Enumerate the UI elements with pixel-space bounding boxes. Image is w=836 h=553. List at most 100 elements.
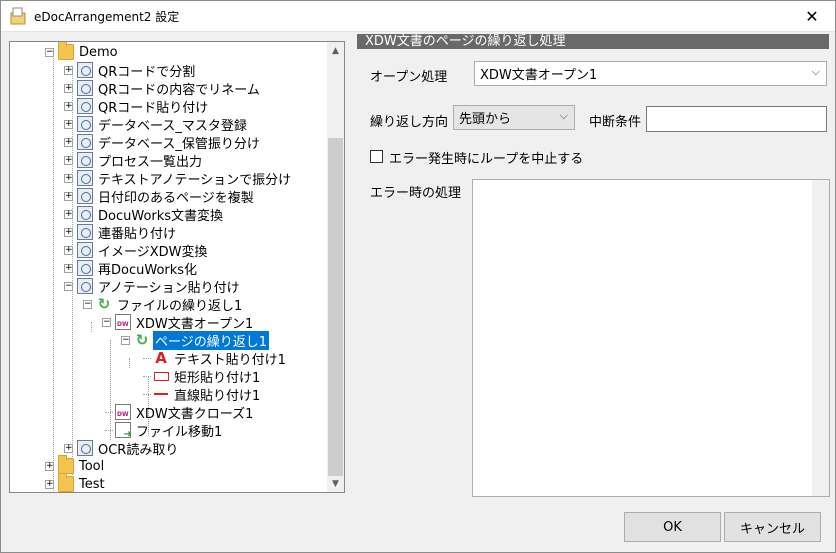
tree-item-label[interactable]: Test [77, 477, 107, 492]
tree-item-label[interactable]: イメージXDW変換 [96, 241, 210, 260]
tree-item[interactable]: アノテーション貼り付け [77, 277, 242, 296]
stop-on-error-label[interactable]: エラー発生時にループを中止する [389, 148, 583, 167]
tree-item[interactable]: ↻ ファイルの繰り返し1 [96, 295, 244, 314]
file-move-icon [115, 422, 132, 440]
expand-icon[interactable]: + [64, 246, 73, 255]
command-icon [77, 170, 93, 186]
tree-item[interactable]: ↻ ページの繰り返し1 [134, 329, 271, 351]
tree-item-label[interactable]: QRコードで分割 [96, 61, 197, 80]
break-condition-input[interactable] [646, 106, 827, 132]
tree-item[interactable]: ファイル移動1 [115, 421, 224, 440]
expand-icon[interactable]: + [64, 66, 73, 75]
tree-item-label[interactable]: QRコード貼り付け [96, 97, 210, 116]
line-annotation-icon [153, 386, 169, 402]
collapse-icon[interactable]: − [102, 318, 111, 327]
tree-item[interactable]: Demo [58, 42, 120, 61]
tree-item[interactable]: 再DocuWorks化 [77, 259, 199, 278]
tree-connector [143, 376, 151, 377]
loop-icon: ↻ [97, 295, 111, 313]
direction-dropdown[interactable]: 先頭から ⌵ [453, 105, 575, 130]
tree-item[interactable]: テキストアノテーションで振分け [77, 169, 293, 188]
tree-item-label[interactable]: 連番貼り付け [96, 223, 178, 242]
collapse-icon[interactable]: − [45, 48, 54, 57]
tree-item-label[interactable]: テキスト貼り付け1 [172, 349, 288, 368]
expand-icon[interactable]: + [64, 174, 73, 183]
tree-item-label[interactable]: データベース_保管振り分け [96, 133, 262, 152]
tree-item-label[interactable]: プロセス一覧出力 [96, 151, 204, 170]
tree-item-label[interactable]: XDW文書クローズ1 [134, 403, 255, 422]
tree-connector [105, 412, 113, 413]
expand-icon[interactable]: + [64, 192, 73, 201]
tree-item-label[interactable]: Tool [77, 459, 106, 474]
text-annotation-icon: A [155, 349, 167, 367]
expand-icon[interactable]: + [64, 228, 73, 237]
expand-icon[interactable]: + [64, 264, 73, 273]
tree-item-label[interactable]: 日付印のあるページを複製 [96, 187, 256, 206]
cancel-button[interactable]: キャンセル [724, 512, 821, 542]
tree-item-label[interactable]: ファイル移動1 [134, 421, 224, 440]
tree-item-label[interactable]: XDW文書オープン1 [134, 313, 255, 332]
tree-item[interactable]: イメージXDW変換 [77, 241, 210, 260]
tree-item[interactable]: 矩形貼り付け1 [153, 367, 262, 386]
tree-item-label[interactable]: ページの繰り返し1 [151, 329, 271, 351]
command-icon [77, 224, 93, 240]
break-condition-label: 中断条件 [589, 115, 642, 130]
tree-item-label[interactable]: 直線貼り付け1 [172, 385, 262, 404]
tree-item-label[interactable]: データベース_マスタ登録 [96, 115, 249, 134]
scroll-thumb[interactable] [328, 138, 343, 476]
command-icon [77, 80, 93, 96]
tree-item[interactable]: 日付印のあるページを複製 [77, 187, 256, 206]
error-handling-label: エラー時の処理 [370, 186, 462, 201]
tree-item-label[interactable]: DocuWorks文書変換 [96, 205, 225, 224]
expand-icon[interactable]: + [64, 102, 73, 111]
tree-item-label[interactable]: テキストアノテーションで振分け [96, 169, 293, 188]
ok-button[interactable]: OK [624, 512, 721, 542]
close-button[interactable]: ✕ [789, 1, 835, 32]
tree-item-label[interactable]: OCR読み取り [96, 439, 180, 458]
command-icon [77, 206, 93, 222]
tree-scrollbar[interactable]: ▲ ▼ [327, 42, 344, 492]
expand-icon[interactable]: + [64, 120, 73, 129]
expand-icon[interactable]: + [64, 84, 73, 93]
expand-icon[interactable]: + [64, 156, 73, 165]
tree-item[interactable]: XDW文書クローズ1 [115, 403, 255, 422]
tree-item-label[interactable]: アノテーション貼り付け [96, 277, 242, 296]
tree-item[interactable]: QRコードの内容でリネーム [77, 79, 262, 98]
process-tree[interactable]: ▲ ▼ − Demo + QRコードで分割 + QRコードの内容でリネーム + QRコード貼り… [9, 41, 345, 493]
tree-item[interactable]: OCR読み取り [77, 439, 180, 458]
error-handling-textarea[interactable] [472, 179, 830, 497]
tree-item-label[interactable]: 再DocuWorks化 [96, 259, 199, 278]
stop-on-error-checkbox[interactable] [370, 150, 383, 163]
collapse-icon[interactable]: − [83, 300, 92, 309]
expand-icon[interactable]: + [45, 480, 54, 489]
expand-icon[interactable]: + [64, 444, 73, 453]
scroll-down-arrow-icon[interactable]: ▼ [327, 475, 344, 492]
command-icon [77, 98, 93, 114]
tree-item[interactable]: DocuWorks文書変換 [77, 205, 225, 224]
expand-icon[interactable]: + [45, 462, 54, 471]
tree-item-label[interactable]: Demo [77, 45, 120, 60]
textarea-scrollbar[interactable] [812, 180, 829, 496]
tree-item[interactable]: 直線貼り付け1 [153, 385, 262, 404]
tree-item[interactable]: 連番貼り付け [77, 223, 178, 242]
tree-item[interactable]: QRコードで分割 [77, 61, 197, 80]
open-process-label: オープン処理 [370, 70, 448, 85]
collapse-icon[interactable]: − [64, 282, 73, 291]
collapse-icon[interactable]: − [121, 336, 130, 345]
tree-item-label[interactable]: QRコードの内容でリネーム [96, 79, 262, 98]
tree-item[interactable]: XDW文書オープン1 [115, 313, 255, 332]
tree-item[interactable]: Test [58, 473, 107, 492]
expand-icon[interactable]: + [64, 210, 73, 219]
folder-icon [58, 42, 74, 60]
expand-icon[interactable]: + [64, 138, 73, 147]
tree-item[interactable]: データベース_保管振り分け [77, 133, 262, 152]
xdw-document-icon [115, 404, 131, 420]
tree-item[interactable]: データベース_マスタ登録 [77, 115, 249, 134]
tree-item[interactable]: A テキスト貼り付け1 [153, 349, 288, 368]
scroll-up-arrow-icon[interactable]: ▲ [327, 42, 344, 59]
tree-item-label[interactable]: 矩形貼り付け1 [172, 367, 262, 386]
tree-item[interactable]: QRコード貼り付け [77, 97, 210, 116]
tree-item[interactable]: プロセス一覧出力 [77, 151, 204, 170]
open-process-dropdown[interactable]: XDW文書オープン1 ⌵ [474, 61, 827, 86]
tree-item-label[interactable]: ファイルの繰り返し1 [115, 295, 244, 314]
